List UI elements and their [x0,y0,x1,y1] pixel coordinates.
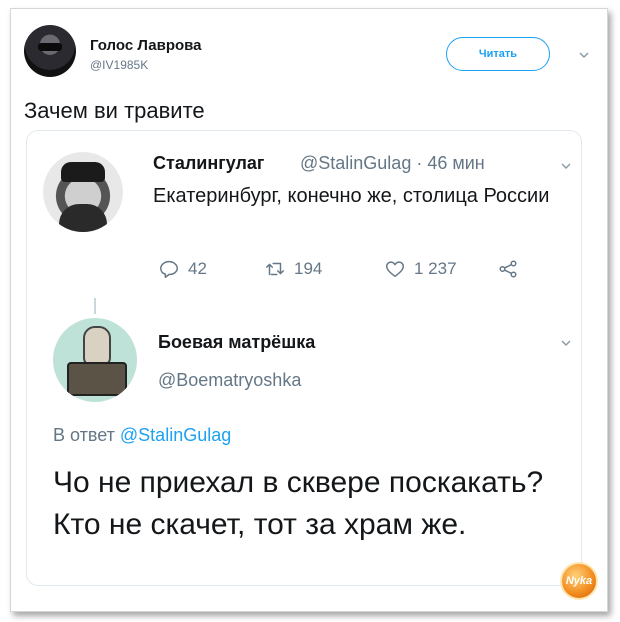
share-icon[interactable] [497,258,519,280]
reply-author-handle[interactable]: @Boematryoshka [158,370,301,391]
thread-connector [94,298,96,314]
reply-action[interactable]: 42 [158,258,207,280]
quoted-author-meta: @StalinGulag · 46 мин [300,153,485,173]
follow-button[interactable]: Читать [446,37,550,71]
reply-prefix: В ответ [53,425,115,445]
reply-text: Чо не приехал в сквере поскакать? Кто не… [53,466,544,541]
reply-author-avatar[interactable] [53,318,137,402]
chevron-down-icon[interactable] [560,337,572,349]
like-icon [384,258,406,280]
retweet-count: 194 [294,259,323,278]
reply-icon [158,258,180,280]
reply-count: 42 [188,259,207,278]
author-name[interactable]: Голос Лаврова [90,37,202,54]
chevron-down-icon[interactable] [560,160,572,172]
chevron-down-icon[interactable] [578,49,590,61]
quoted-author-name[interactable]: Сталингулаг [153,153,264,174]
like-action[interactable]: 1 237 [384,258,457,280]
author-avatar[interactable] [24,25,76,77]
reply-author-name[interactable]: Боевая матрёшка [158,332,315,353]
author-handle[interactable]: @IV1985K [90,58,148,72]
reply-context: В ответ @StalinGulag [53,425,231,446]
like-count: 1 237 [414,259,457,278]
watermark-logo: Nyka [560,562,598,600]
reply-target-link[interactable]: @StalinGulag [120,425,231,445]
retweet-action[interactable]: 194 [264,258,322,280]
retweet-icon [264,258,286,280]
quoted-author-avatar[interactable] [43,152,123,232]
quoted-tweet-text: Екатеринбург, конечно же, столица России [153,185,550,207]
tweet-text: Зачем ви травите [24,98,205,123]
